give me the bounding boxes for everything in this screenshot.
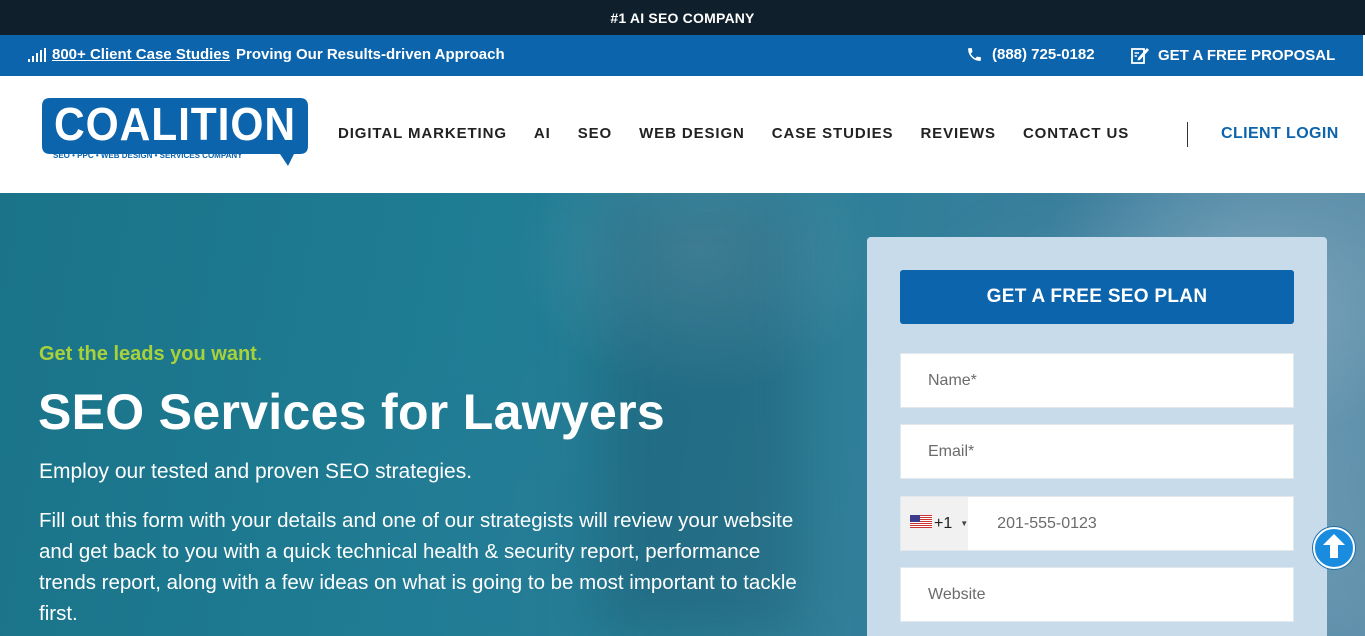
edit-document-icon [1131, 46, 1150, 64]
phone-icon [966, 46, 983, 63]
page-title: SEO Services for Lawyers [38, 384, 665, 440]
info-bar: 800+ Client Case Studies Proving Our Res… [0, 35, 1363, 76]
website-input[interactable] [901, 568, 1293, 621]
coalition-logo[interactable]: COALITION SEO • PPC • WEB DESIGN • SERVI… [42, 98, 308, 166]
caret-down-icon: ▼ [960, 519, 969, 528]
phone-field[interactable]: +1 ▼ [900, 496, 1294, 551]
primary-nav: DIGITAL MARKETING AI SEO WEB DESIGN CASE… [338, 125, 1156, 142]
client-login-link[interactable]: CLIENT LOGIN [1221, 125, 1339, 143]
phone-input[interactable] [968, 497, 1293, 550]
name-field[interactable] [900, 353, 1294, 408]
hero-lead: Employ our tested and proven SEO strateg… [39, 460, 473, 483]
nav-item-reviews[interactable]: REVIEWS [920, 125, 995, 142]
country-code-select[interactable]: +1 ▼ [901, 497, 969, 550]
name-input[interactable] [901, 354, 1293, 407]
nav-item-seo[interactable]: SEO [578, 125, 612, 142]
website-field[interactable] [900, 567, 1294, 622]
nav-item-digital-marketing[interactable]: DIGITAL MARKETING [338, 125, 507, 142]
arrow-up-icon [1321, 532, 1347, 565]
case-studies-link[interactable]: 800+ Client Case Studies [52, 46, 230, 63]
logo-name: COALITION [54, 98, 296, 150]
seo-plan-form: GET A FREE SEO PLAN +1 ▼ [867, 237, 1327, 636]
announcement-bar: #1 AI SEO COMPANY [0, 0, 1365, 35]
country-code: +1 [934, 514, 953, 532]
hero-tagline: Get the leads you want. [39, 343, 263, 365]
announcement-text: #1 AI SEO COMPANY [610, 9, 755, 26]
signal-bars-icon [28, 47, 46, 62]
nav-item-ai[interactable]: AI [534, 125, 551, 142]
case-studies-banner: 800+ Client Case Studies Proving Our Res… [28, 46, 505, 63]
email-field[interactable] [900, 424, 1294, 479]
email-input[interactable] [901, 425, 1293, 478]
free-proposal-link[interactable]: GET A FREE PROPOSAL [1131, 46, 1335, 64]
hero-section: Get the leads you want. SEO Services for… [0, 193, 1365, 636]
logo-tagline: SEO • PPC • WEB DESIGN • SERVICES COMPAN… [53, 151, 243, 160]
nav-item-case-studies[interactable]: CASE STUDIES [772, 125, 894, 142]
nav-item-contact-us[interactable]: CONTACT US [1023, 125, 1129, 142]
nav-divider [1187, 122, 1188, 147]
get-free-seo-plan-button[interactable]: GET A FREE SEO PLAN [900, 270, 1294, 324]
phone-link[interactable]: (888) 725-0182 [966, 46, 1095, 63]
hero-paragraph: Fill out this form with your details and… [39, 509, 797, 625]
scroll-to-top-button[interactable] [1313, 527, 1355, 569]
nav-item-web-design[interactable]: WEB DESIGN [639, 125, 745, 142]
case-studies-suffix: Proving Our Results-driven Approach [236, 46, 505, 63]
us-flag-icon [910, 514, 932, 533]
main-header: COALITION SEO • PPC • WEB DESIGN • SERVI… [0, 76, 1365, 193]
free-proposal-label: GET A FREE PROPOSAL [1158, 46, 1336, 64]
phone-number: (888) 725-0182 [992, 46, 1095, 63]
